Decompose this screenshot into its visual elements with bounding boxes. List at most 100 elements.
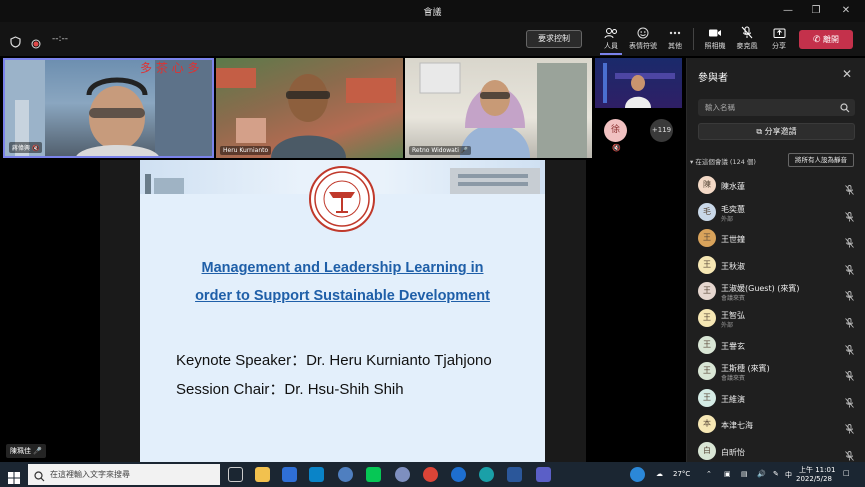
in-meeting-section-header[interactable]: ▾ 在這個會議 (124 個) <box>690 156 756 166</box>
participant-search-input[interactable]: 輸入名稱 <box>698 99 855 116</box>
participants-panel: 參與者 ✕ 輸入名稱 ⧉ 分享邀請 ▾ 在這個會議 (124 個) 將所有人設為… <box>686 58 865 462</box>
presenter-name-tag: 陳珮佳 🎤 <box>6 444 46 458</box>
title-bar: 會議 — ❐ ✕ <box>0 0 865 22</box>
video-name-3: Retno Widowati 🎤 <box>409 146 472 155</box>
network-icon[interactable]: ▤ <box>741 470 748 478</box>
video-name-2: Heru Kurnianto <box>220 146 272 155</box>
participant-row[interactable]: 王王世鐘 <box>687 225 865 251</box>
tray-chevron-icon[interactable]: ⌃ <box>706 470 712 478</box>
mail-icon[interactable] <box>282 467 297 482</box>
participant-row[interactable]: 王王智弘 外部 <box>687 305 865 331</box>
mic-off-icon <box>732 26 762 39</box>
clock-date[interactable]: 2022/5/28 <box>796 475 832 483</box>
people-button[interactable]: 人員 <box>596 26 626 55</box>
toolbar-divider <box>693 28 694 50</box>
participant-avatar: 王 <box>698 282 716 301</box>
participant-avatar: 王 <box>698 229 716 248</box>
keynote-speaker-line: Keynote Speaker：Dr. Heru Kurnianto Tjahj… <box>176 352 492 369</box>
shield-icon[interactable] <box>10 33 21 52</box>
clock-time[interactable]: 上午 11:01 <box>799 465 835 475</box>
participant-avatar: 王 <box>698 362 716 381</box>
mute-all-button[interactable]: 將所有人設為靜音 <box>788 153 854 167</box>
mic-off-icon <box>845 233 854 252</box>
ime-indicator[interactable]: 中 <box>785 470 792 480</box>
camera-button[interactable]: 照相機 <box>700 26 730 51</box>
request-control-button[interactable]: 要求控制 <box>526 30 582 48</box>
windows-start-icon[interactable] <box>8 469 20 487</box>
chrome-icon[interactable] <box>423 467 438 482</box>
participant-row[interactable]: 本本津七海 <box>687 411 865 437</box>
participant-name: 本津七海 <box>721 421 753 431</box>
edge-icon[interactable] <box>479 467 494 482</box>
panel-title: 參與者 <box>698 73 728 84</box>
browser-icon[interactable] <box>338 467 353 482</box>
reactions-button[interactable]: 表情符號 <box>628 26 658 51</box>
leave-label: 離開 <box>823 35 840 44</box>
camera-icon <box>700 26 730 39</box>
pen-icon[interactable]: ✎ <box>773 470 779 478</box>
video-tile-3[interactable]: Retno Widowati 🎤 <box>405 58 592 158</box>
participant-avatar: 王 <box>698 255 716 274</box>
slide-title-line-2: order to Support Sustainable Development <box>195 288 490 304</box>
minimize-icon[interactable]: — <box>774 0 802 22</box>
video-feed-self <box>603 63 675 108</box>
participant-row[interactable]: 陳陳水蓮 <box>687 172 865 198</box>
participant-avatar: 本 <box>698 415 716 434</box>
people-icon <box>596 26 626 39</box>
weather-text[interactable]: 27°C <box>673 470 690 478</box>
participant-name: 王譽玄 <box>721 341 745 351</box>
video-tile-self[interactable] <box>595 58 682 108</box>
more-participants-button[interactable]: +119 <box>650 119 673 142</box>
taskbar-search-input[interactable]: 在這裡輸入文字來搜尋 <box>28 464 220 485</box>
avatar-mic-off-icon: 🔇 <box>612 144 621 152</box>
participant-row[interactable]: 王王秋淑 <box>687 252 865 278</box>
participant-avatar: 王 <box>698 309 716 327</box>
app-r-icon[interactable] <box>395 467 410 482</box>
more-button[interactable]: 其他 <box>660 26 690 51</box>
mic-button[interactable]: 麥克風 <box>732 26 762 51</box>
mic-off-icon <box>845 366 854 385</box>
participant-role: 會議來賓 <box>721 295 746 303</box>
volume-icon[interactable]: 🔊 <box>757 470 766 478</box>
participant-row[interactable]: 白白昕怡 <box>687 438 865 464</box>
task-view-icon[interactable] <box>228 467 243 482</box>
video-tile-1[interactable]: 多 茶 心 多 蔣偉興 🔇 <box>3 58 214 158</box>
chevron-down-icon: ▾ <box>690 158 694 166</box>
participant-row[interactable]: 王王譽玄 <box>687 332 865 358</box>
help-icon[interactable] <box>630 467 645 482</box>
tray-app-icon[interactable]: ▣ <box>724 470 731 478</box>
hangup-icon: ✆ <box>812 35 821 45</box>
mic-off-small-icon: 🔇 <box>31 145 40 152</box>
taskbar-search-icon <box>34 469 45 487</box>
mic-off-icon <box>845 313 854 332</box>
leave-button[interactable]: ✆ 離開 <box>799 30 853 49</box>
video-feed-3 <box>419 62 587 158</box>
participant-name: 陳水蓮 <box>721 182 745 191</box>
share-button[interactable]: 分享 <box>764 26 794 51</box>
maximize-icon[interactable]: ❐ <box>802 0 830 22</box>
mic-off-icon <box>845 260 854 279</box>
internet-explorer-icon[interactable] <box>451 467 466 482</box>
video-tile-2[interactable]: Heru Kurnianto <box>216 58 403 158</box>
participant-row[interactable]: 王王淑媛(Guest) (來賓) 會議來賓 <box>687 278 865 304</box>
close-panel-icon[interactable]: ✕ <box>842 67 852 81</box>
participant-row[interactable]: 王王斯穗 (來賓) 會議來賓 <box>687 358 865 384</box>
close-window-icon[interactable]: ✕ <box>832 0 860 22</box>
share-invite-button[interactable]: ⧉ 分享邀請 <box>698 123 855 140</box>
slide-title-line-1: Management and Leadership Learning in <box>201 260 484 276</box>
participant-avatar-tile[interactable]: 徐 <box>604 119 627 142</box>
share-label: 分享 <box>772 42 786 50</box>
reactions-label: 表情符號 <box>629 42 657 50</box>
store-icon[interactable] <box>309 467 324 482</box>
meeting-timer: --:-- <box>52 34 69 44</box>
participant-row[interactable]: 王王維演 <box>687 385 865 411</box>
word-icon[interactable] <box>507 467 522 482</box>
participant-row[interactable]: 毛毛奕蕙 外部 <box>687 199 865 225</box>
line-icon[interactable] <box>366 467 381 482</box>
file-explorer-icon[interactable] <box>255 467 270 482</box>
share-tray-icon <box>764 26 794 39</box>
notifications-icon[interactable]: □ <box>843 469 850 477</box>
participant-avatar: 王 <box>698 388 716 407</box>
mic-off-icon <box>845 393 854 412</box>
teams-icon[interactable] <box>536 467 551 482</box>
